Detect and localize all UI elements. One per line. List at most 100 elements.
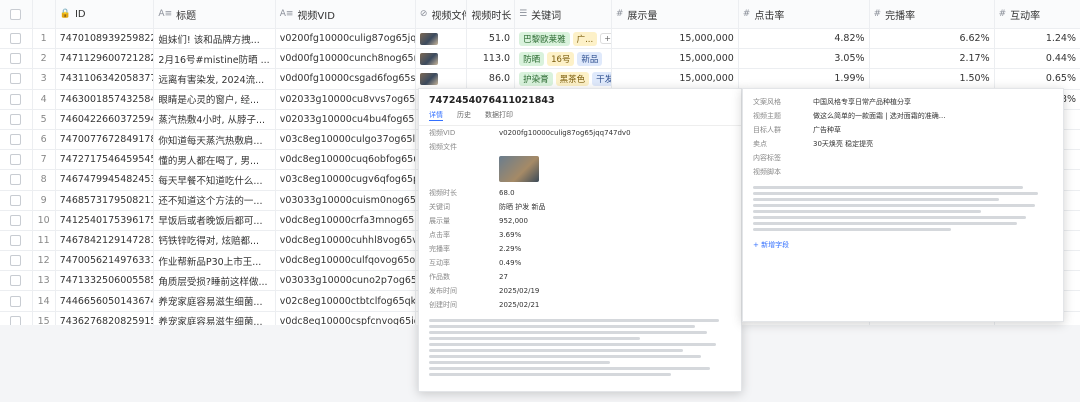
- cell-file[interactable]: [416, 49, 468, 69]
- cell-vid[interactable]: v0d00fg10000csgad6fog65svd2jm43g: [276, 69, 416, 89]
- column-header-title[interactable]: A≡ 标题: [154, 0, 276, 28]
- field-row[interactable]: 目标人群 广告种草: [743, 123, 1063, 137]
- more-tags-badge[interactable]: +1: [600, 33, 611, 45]
- field-row[interactable]: 点击率 3.69%: [419, 228, 741, 242]
- column-header-vid[interactable]: A≡ 视频VID: [276, 0, 416, 28]
- cell-title[interactable]: 角质层受损?睡前这样做...: [154, 271, 276, 291]
- cell-vid[interactable]: v03c8eg10000cugv6qfog65pnhfhi2v0: [276, 170, 416, 190]
- row-checkbox[interactable]: [0, 150, 33, 170]
- table-row[interactable]: 27471129600721282...2月16号#mistine防晒 ...v…: [0, 49, 1080, 70]
- field-row[interactable]: 文案风格 中国风格专享日常产品种植分享: [743, 95, 1063, 109]
- field-row[interactable]: 发布时间 2025/02/19: [419, 284, 741, 298]
- column-header-show[interactable]: # 展示量: [612, 0, 739, 28]
- row-checkbox[interactable]: [0, 29, 33, 49]
- field-row[interactable]: 视频主题 做这么简单的一款面霜 | 选对面霜的准确...: [743, 109, 1063, 123]
- cell-keywords[interactable]: 护染膏 黑茶色 干发: [515, 69, 612, 89]
- row-checkbox[interactable]: [0, 271, 33, 291]
- cell-id[interactable]: 7467479945482453...: [56, 170, 155, 190]
- cell-title[interactable]: 每天早餐不知道吃什么...: [154, 170, 276, 190]
- cell-id[interactable]: 7446656050143674...: [56, 291, 155, 311]
- cell-title[interactable]: 你知道每天蒸汽热敷肩...: [154, 129, 276, 150]
- cell-id[interactable]: 7470108939259822...: [56, 29, 155, 49]
- cell-click[interactable]: 4.82%: [739, 29, 870, 49]
- column-header-click[interactable]: # 点击率: [739, 0, 870, 28]
- field-value[interactable]: 做这么简单的一款面霜 | 选对面霜的准确...: [813, 111, 945, 121]
- cell-id[interactable]: 7412540175396175...: [56, 210, 155, 230]
- cell-title[interactable]: 早饭后或者晚饭后都可...: [154, 210, 276, 230]
- column-header-file[interactable]: ⊘视频文件: [416, 0, 468, 28]
- cell-interact[interactable]: 0.44%: [995, 49, 1080, 68]
- cell-finish[interactable]: 1.50%: [870, 69, 995, 89]
- cell-finish[interactable]: 6.62%: [870, 29, 995, 49]
- cell-title[interactable]: 远离有害染发, 2024流...: [154, 69, 276, 89]
- video-thumbnail[interactable]: [419, 52, 438, 65]
- cell-vid[interactable]: v0dc8eg10000crfa3mnog65nlag686rg: [276, 210, 416, 230]
- field-value[interactable]: 30天焕亮 稳定提亮: [813, 139, 873, 149]
- row-checkbox[interactable]: [0, 89, 33, 109]
- field-value[interactable]: 防晒 护发 新品: [499, 202, 545, 212]
- column-header-id[interactable]: 🔒 ID: [56, 0, 155, 28]
- field-value[interactable]: 中国风格专享日常产品种植分享: [813, 97, 911, 107]
- cell-vid[interactable]: v0200fg10000culig87og65jqq747dv0: [276, 29, 416, 49]
- cell-title[interactable]: 养宠家庭容易滋生细菌...: [154, 311, 276, 325]
- table-row[interactable]: 17470108939259822...姐妹们! 该和品牌方拽...v0200f…: [0, 29, 1080, 50]
- row-checkbox[interactable]: [0, 190, 33, 210]
- video-thumbnail[interactable]: [419, 32, 438, 45]
- field-value[interactable]: 2.29%: [499, 245, 521, 253]
- cell-show[interactable]: 15,000,000: [612, 49, 739, 69]
- cell-duration[interactable]: 51.0: [467, 29, 516, 49]
- field-value[interactable]: 0.49%: [499, 259, 521, 267]
- field-row[interactable]: 展示量 952,000: [419, 214, 741, 228]
- cell-click[interactable]: 3.05%: [739, 49, 870, 69]
- field-row[interactable]: 视频时长 68.0: [419, 186, 741, 200]
- field-value[interactable]: 2025/02/21: [499, 301, 539, 309]
- row-checkbox[interactable]: [0, 251, 33, 271]
- cell-vid[interactable]: v0dc8eg10000cuq6obfog65uusfaq60: [276, 150, 416, 170]
- cell-vid[interactable]: v0dc8eg10000cspfcnvog65iqhlibdig: [276, 311, 416, 325]
- cell-interact[interactable]: 0.65%: [995, 69, 1080, 88]
- cell-vid[interactable]: v0dc8eg10000cuhhl8vog65v9o68l6sg: [276, 230, 416, 251]
- cell-id[interactable]: 7470077672849178...: [56, 129, 155, 150]
- cell-title[interactable]: 懂的男人都在喝了, 男...: [154, 150, 276, 170]
- cell-vid[interactable]: v02033g10000cu4bu4fog65qqs61f78g: [276, 109, 416, 129]
- field-value[interactable]: 2025/02/19: [499, 287, 539, 295]
- cell-id[interactable]: 7431106342058377...: [56, 69, 155, 89]
- table-row[interactable]: 37431106342058377...远离有害染发, 2024流...v0d0…: [0, 69, 1080, 90]
- row-checkbox[interactable]: [0, 311, 33, 325]
- field-row[interactable]: 卖点 30天焕亮 稳定提亮: [743, 137, 1063, 151]
- column-header-duration[interactable]: 视频时长: [467, 0, 516, 28]
- cell-id[interactable]: 7471332506005585...: [56, 271, 155, 291]
- cell-file[interactable]: [416, 69, 468, 89]
- row-checkbox[interactable]: [0, 230, 33, 251]
- cell-id[interactable]: 7463001857432584...: [56, 89, 155, 109]
- row-checkbox[interactable]: [0, 129, 33, 150]
- tab-print[interactable]: 数据打印: [485, 110, 513, 121]
- cell-vid[interactable]: v03033g10000cuism0nog65vbjvkc3s0: [276, 190, 416, 210]
- field-row[interactable]: 完播率 2.29%: [419, 242, 741, 256]
- field-value[interactable]: v0200fg10000culig87og65jqq747dv0: [499, 129, 631, 137]
- cell-id[interactable]: 7436276820825915...: [56, 311, 155, 325]
- field-row[interactable]: 视频VID v0200fg10000culig87og65jqq747dv0: [419, 126, 741, 140]
- row-checkbox[interactable]: [0, 210, 33, 230]
- field-row[interactable]: 视频脚本: [743, 165, 1063, 179]
- cell-vid[interactable]: v03c8eg10000culgo37og65lnbptp0: [276, 129, 416, 150]
- cell-id[interactable]: 7470056214976331...: [56, 251, 155, 271]
- row-checkbox[interactable]: [0, 69, 33, 89]
- cell-vid[interactable]: v02c8eg10000ctbtclfog65qk6sdhq80: [276, 291, 416, 311]
- field-value[interactable]: 3.69%: [499, 231, 521, 239]
- field-row[interactable]: 关键词 防晒 护发 新品: [419, 200, 741, 214]
- cell-duration[interactable]: 113.0: [467, 49, 516, 69]
- cell-vid[interactable]: v02033g10000cu8vvs7og65vng44r0: [276, 89, 416, 109]
- cell-duration[interactable]: 86.0: [467, 69, 516, 89]
- cell-show[interactable]: 15,000,000: [612, 69, 739, 89]
- video-thumbnail[interactable]: [499, 156, 539, 182]
- field-row[interactable]: 作品数 27: [419, 270, 741, 284]
- field-value[interactable]: 952,000: [499, 217, 528, 225]
- field-row[interactable]: 视频文件: [419, 140, 741, 154]
- row-checkbox[interactable]: [0, 170, 33, 190]
- cell-vid[interactable]: v03033g10000cuno2p7og65vj9tsg2o0: [276, 271, 416, 291]
- cell-vid[interactable]: v0d00fg10000cunch8nog65rig65n94g: [276, 49, 416, 69]
- field-value[interactable]: 68.0: [499, 189, 515, 197]
- cell-vid[interactable]: v0dc8eg10000culfqovog65obh3sii8g: [276, 251, 416, 271]
- cell-interact[interactable]: 1.24%: [995, 29, 1080, 48]
